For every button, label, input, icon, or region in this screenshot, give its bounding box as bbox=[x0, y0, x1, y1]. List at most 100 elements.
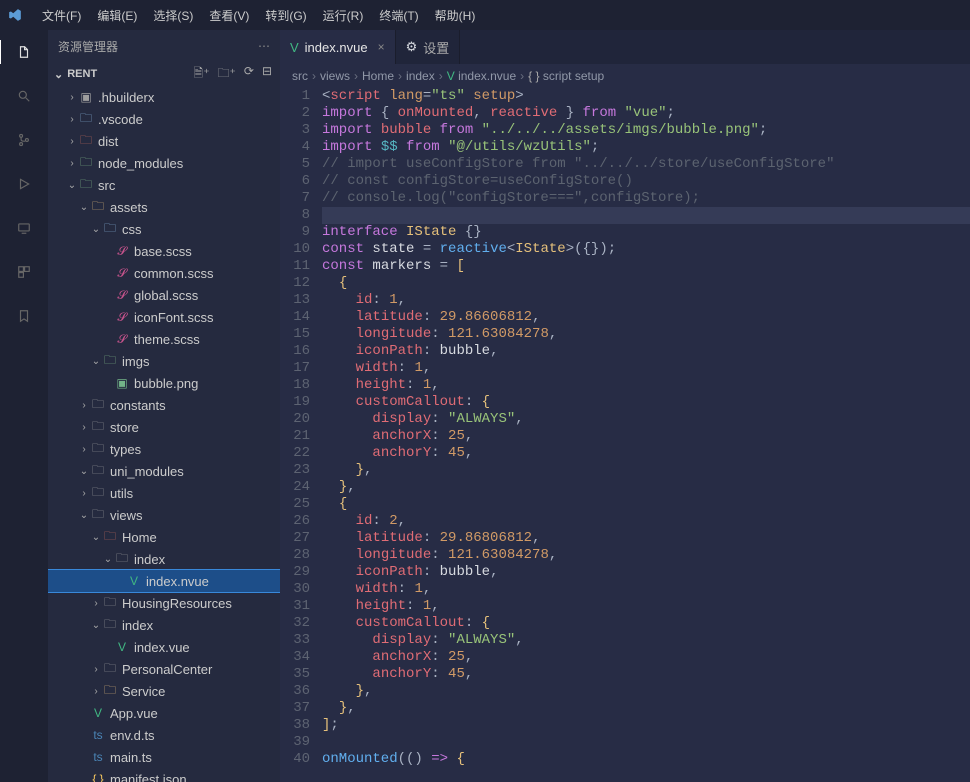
tree-item[interactable]: ⌄🗀index bbox=[48, 548, 280, 570]
new-folder-icon[interactable]: 🗀⁺ bbox=[218, 64, 236, 85]
code-line[interactable]: 39 bbox=[280, 734, 970, 751]
code-text[interactable]: width: 1, bbox=[322, 581, 970, 598]
chevron-down-icon[interactable]: ⌄ bbox=[90, 356, 102, 367]
code-text[interactable]: longitude: 121.63084278, bbox=[322, 547, 970, 564]
chevron-right-icon[interactable]: › bbox=[66, 158, 78, 169]
code-line[interactable]: 37 }, bbox=[280, 700, 970, 717]
tree-item[interactable]: 𝓢base.scss bbox=[48, 240, 280, 262]
chevron-down-icon[interactable]: ⌄ bbox=[90, 532, 102, 543]
tree-item[interactable]: 𝓢iconFont.scss bbox=[48, 306, 280, 328]
activity-explorer-icon[interactable] bbox=[0, 40, 47, 64]
tree-item[interactable]: ›🗀PersonalCenter bbox=[48, 658, 280, 680]
code-line[interactable]: 34 anchorX: 25, bbox=[280, 649, 970, 666]
tree-item[interactable]: Vindex.vue bbox=[48, 636, 280, 658]
tree-item[interactable]: ⌄🗀index bbox=[48, 614, 280, 636]
code-text[interactable]: import $$ from "@/utils/wzUtils"; bbox=[322, 139, 970, 156]
code-line[interactable]: 31 height: 1, bbox=[280, 598, 970, 615]
code-line[interactable]: 1<script lang="ts" setup> bbox=[280, 88, 970, 105]
tree-item[interactable]: ⌄🗀src bbox=[48, 174, 280, 196]
editor-tab[interactable]: Vindex.nvue× bbox=[280, 30, 396, 64]
code-text[interactable]: const state = reactive<IState>({}); bbox=[322, 241, 970, 258]
code-text[interactable]: // import useConfigStore from "../../../… bbox=[322, 156, 970, 173]
tree-item[interactable]: 𝓢global.scss bbox=[48, 284, 280, 306]
chevron-right-icon[interactable]: › bbox=[78, 488, 90, 499]
code-line[interactable]: 10const state = reactive<IState>({}); bbox=[280, 241, 970, 258]
tree-item[interactable]: ▣bubble.png bbox=[48, 372, 280, 394]
tree-item[interactable]: ›🗀.vscode bbox=[48, 108, 280, 130]
tree-item[interactable]: VApp.vue bbox=[48, 702, 280, 724]
code-line[interactable]: 32 customCallout: { bbox=[280, 615, 970, 632]
code-line[interactable]: 23 }, bbox=[280, 462, 970, 479]
code-text[interactable]: }, bbox=[322, 479, 970, 496]
code-line[interactable]: 19 customCallout: { bbox=[280, 394, 970, 411]
code-text[interactable]: const markers = [ bbox=[322, 258, 970, 275]
activity-extensions-icon[interactable] bbox=[12, 260, 36, 284]
code-line[interactable]: 5// import useConfigStore from "../../..… bbox=[280, 156, 970, 173]
code-line[interactable]: 35 anchorY: 45, bbox=[280, 666, 970, 683]
breadcrumb-segment[interactable]: views bbox=[320, 69, 350, 83]
code-text[interactable]: }, bbox=[322, 683, 970, 700]
code-text[interactable]: iconPath: bubble, bbox=[322, 564, 970, 581]
chevron-right-icon[interactable]: › bbox=[66, 136, 78, 147]
code-text[interactable]: display: "ALWAYS", bbox=[322, 411, 970, 428]
code-text[interactable] bbox=[322, 734, 970, 751]
activity-remote-icon[interactable] bbox=[12, 216, 36, 240]
code-line[interactable]: 26 id: 2, bbox=[280, 513, 970, 530]
chevron-down-icon[interactable]: ⌄ bbox=[78, 202, 90, 213]
code-line[interactable]: 24 }, bbox=[280, 479, 970, 496]
tree-item[interactable]: 𝓢common.scss bbox=[48, 262, 280, 284]
menu-item[interactable]: 终端(T) bbox=[371, 7, 426, 24]
code-text[interactable]: { bbox=[322, 496, 970, 513]
tree-item[interactable]: ›▣.hbuilderx bbox=[48, 86, 280, 108]
tree-item[interactable]: ›🗀constants bbox=[48, 394, 280, 416]
code-line[interactable]: 4import $$ from "@/utils/wzUtils"; bbox=[280, 139, 970, 156]
breadcrumb-segment[interactable]: Home bbox=[362, 69, 394, 83]
chevron-right-icon[interactable]: › bbox=[90, 664, 102, 675]
tree-item[interactable]: ›🗀types bbox=[48, 438, 280, 460]
chevron-down-icon[interactable]: ⌄ bbox=[78, 466, 90, 477]
code-text[interactable]: ]; bbox=[322, 717, 970, 734]
code-text[interactable]: longitude: 121.63084278, bbox=[322, 326, 970, 343]
file-tree[interactable]: ›▣.hbuilderx›🗀.vscode›🗀dist›🗀node_module… bbox=[48, 86, 280, 782]
chevron-down-icon[interactable]: ⌄ bbox=[90, 224, 102, 235]
code-line[interactable]: 36 }, bbox=[280, 683, 970, 700]
chevron-down-icon[interactable]: ⌄ bbox=[78, 510, 90, 521]
menu-item[interactable]: 转到(G) bbox=[257, 7, 314, 24]
code-text[interactable]: { bbox=[322, 275, 970, 292]
tree-item[interactable]: ⌄🗀Home bbox=[48, 526, 280, 548]
code-line[interactable]: 13 id: 1, bbox=[280, 292, 970, 309]
code-line[interactable]: 22 anchorY: 45, bbox=[280, 445, 970, 462]
code-text[interactable]: onMounted(() => { bbox=[322, 751, 970, 768]
code-line[interactable]: 6// const configStore=useConfigStore() bbox=[280, 173, 970, 190]
code-text[interactable]: interface IState {} bbox=[322, 224, 970, 241]
new-file-icon[interactable]: 🗎⁺ bbox=[194, 64, 210, 85]
code-text[interactable]: import { onMounted, reactive } from "vue… bbox=[322, 105, 970, 122]
code-line[interactable]: 12 { bbox=[280, 275, 970, 292]
breadcrumb[interactable]: src›views›Home›index›V index.nvue›{ } sc… bbox=[280, 64, 970, 88]
chevron-right-icon[interactable]: › bbox=[66, 92, 78, 103]
code-text[interactable]: width: 1, bbox=[322, 360, 970, 377]
tree-item[interactable]: { }manifest.json bbox=[48, 768, 280, 782]
code-line[interactable]: 16 iconPath: bubble, bbox=[280, 343, 970, 360]
code-line[interactable]: 17 width: 1, bbox=[280, 360, 970, 377]
activity-search-icon[interactable] bbox=[12, 84, 36, 108]
chevron-right-icon[interactable]: › bbox=[78, 422, 90, 433]
menu-item[interactable]: 运行(R) bbox=[315, 7, 372, 24]
code-text[interactable]: <script lang="ts" setup> bbox=[322, 88, 970, 105]
tree-item[interactable]: tsenv.d.ts bbox=[48, 724, 280, 746]
code-text[interactable]: customCallout: { bbox=[322, 615, 970, 632]
code-text[interactable]: customCallout: { bbox=[322, 394, 970, 411]
chevron-right-icon[interactable]: › bbox=[78, 444, 90, 455]
code-text[interactable]: latitude: 29.86806812, bbox=[322, 530, 970, 547]
code-text[interactable]: anchorX: 25, bbox=[322, 649, 970, 666]
tree-item[interactable]: ⌄🗀uni_modules bbox=[48, 460, 280, 482]
code-line[interactable]: 8 bbox=[280, 207, 970, 224]
menu-item[interactable]: 帮助(H) bbox=[427, 7, 484, 24]
tree-item[interactable]: ⌄🗀assets bbox=[48, 196, 280, 218]
more-icon[interactable]: ⋯ bbox=[258, 39, 270, 53]
code-text[interactable]: display: "ALWAYS", bbox=[322, 632, 970, 649]
tree-item[interactable]: ›🗀store bbox=[48, 416, 280, 438]
code-text[interactable]: id: 2, bbox=[322, 513, 970, 530]
code-text[interactable]: anchorX: 25, bbox=[322, 428, 970, 445]
code-line[interactable]: 40onMounted(() => { bbox=[280, 751, 970, 768]
